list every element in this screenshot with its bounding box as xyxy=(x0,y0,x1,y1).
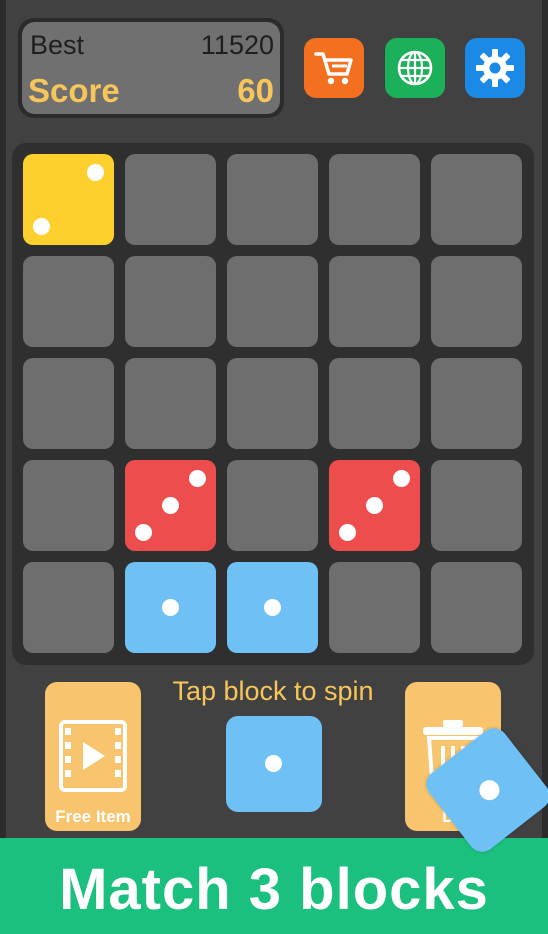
free-item-button[interactable]: Free Item xyxy=(45,682,141,831)
board-cell[interactable] xyxy=(23,358,114,449)
settings-button[interactable] xyxy=(465,38,525,98)
die-pip xyxy=(162,497,179,514)
score-panel: Best 11520 Score 60 xyxy=(18,18,284,118)
board-cell[interactable] xyxy=(329,154,420,245)
game-board xyxy=(12,143,534,665)
die-pip xyxy=(32,218,50,236)
board-cell[interactable] xyxy=(125,256,216,347)
free-item-label: Free Item xyxy=(55,807,131,826)
die-pip xyxy=(87,163,105,181)
red-die-block[interactable] xyxy=(125,460,216,551)
banner-text: Match 3 blocks xyxy=(59,857,489,922)
board-cell[interactable] xyxy=(227,460,318,551)
board-cell[interactable] xyxy=(431,460,522,551)
die-pip xyxy=(264,599,281,616)
die-pip xyxy=(366,497,383,514)
die-pip xyxy=(338,524,356,542)
board-cell[interactable] xyxy=(329,562,420,653)
score-label: Score xyxy=(28,72,120,109)
shopping-cart-icon xyxy=(314,52,353,85)
die-pip xyxy=(134,524,152,542)
globe-icon xyxy=(397,50,433,86)
blue-die-block[interactable] xyxy=(227,562,318,653)
board-cell[interactable] xyxy=(227,154,318,245)
die-pip xyxy=(265,755,282,772)
board-cell[interactable] xyxy=(431,154,522,245)
language-button[interactable] xyxy=(385,38,445,98)
video-play-icon xyxy=(59,720,127,792)
blue-die-block[interactable] xyxy=(125,562,216,653)
die-pip xyxy=(189,469,207,487)
die-pip xyxy=(475,776,504,805)
score-panel-inner: Best 11520 Score 60 xyxy=(22,22,280,114)
yellow-die-block[interactable] xyxy=(23,154,114,245)
board-cell[interactable] xyxy=(329,358,420,449)
left-edge xyxy=(0,0,6,934)
board-cell[interactable] xyxy=(23,562,114,653)
board-cell[interactable] xyxy=(125,358,216,449)
shop-button[interactable] xyxy=(304,38,364,98)
board-cell[interactable] xyxy=(329,256,420,347)
board-cell[interactable] xyxy=(431,562,522,653)
tutorial-banner: Match 3 blocks xyxy=(0,838,548,934)
board-cell[interactable] xyxy=(227,256,318,347)
board-cell[interactable] xyxy=(23,256,114,347)
gear-icon xyxy=(476,49,514,87)
best-label: Best xyxy=(30,30,85,60)
best-value: 11520 xyxy=(200,30,274,60)
board-cell[interactable] xyxy=(125,154,216,245)
spin-hint: Tap block to spin xyxy=(172,676,374,706)
board-cell[interactable] xyxy=(431,256,522,347)
die-pip xyxy=(393,469,411,487)
red-die-block[interactable] xyxy=(329,460,420,551)
score-value: 60 xyxy=(237,72,274,109)
next-block[interactable] xyxy=(226,716,322,812)
die-pip xyxy=(162,599,179,616)
board-cell[interactable] xyxy=(227,358,318,449)
board-cell[interactable] xyxy=(431,358,522,449)
board-cell[interactable] xyxy=(23,460,114,551)
